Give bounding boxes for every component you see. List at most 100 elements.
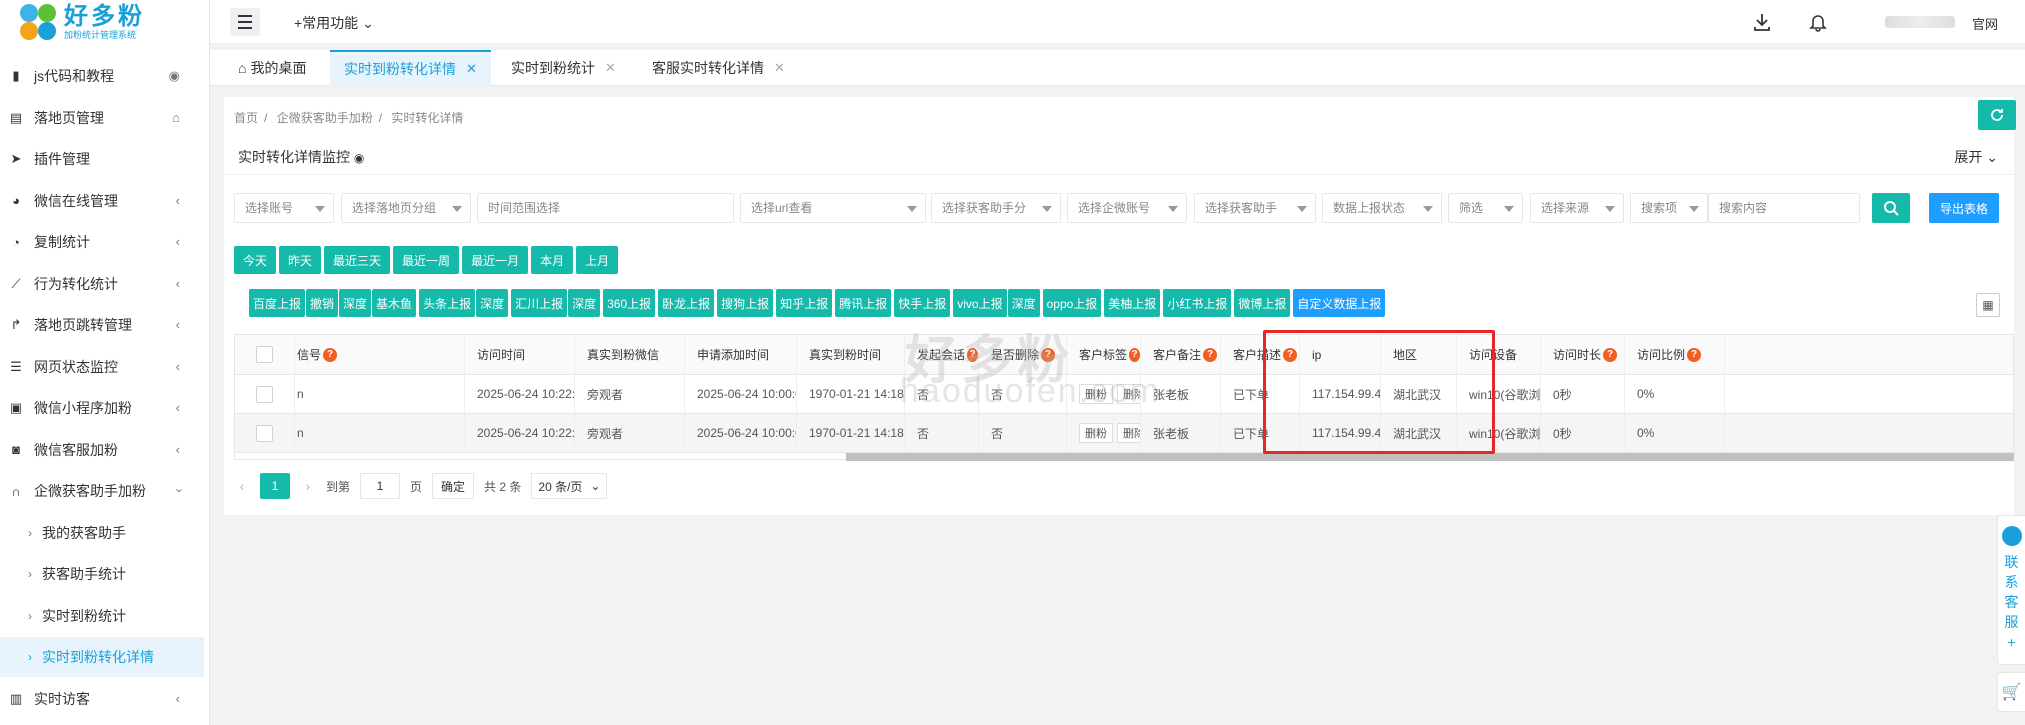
column-header[interactable]: 访问时长? [1541,335,1625,374]
sidebar-item[interactable]: › 获客助手统计 [0,554,210,594]
sidebar-item[interactable]: ◙ 微信客服加粉 ‹ [0,430,210,470]
report-button[interactable]: 卧龙上报 [658,289,715,317]
report-button[interactable]: 360上报 [603,289,656,317]
date-yesterday-button[interactable]: 昨天 [279,246,322,274]
goto-page-input[interactable]: 1 [360,473,401,499]
report-button[interactable]: 快手上报 [894,289,951,317]
prev-page-icon[interactable]: ‹ [234,478,250,494]
select-all-cell[interactable] [235,335,295,374]
report-button[interactable]: 百度上报 [249,289,306,317]
sidebar-item[interactable]: ↱ 落地页跳转管理 ‹ [0,305,210,345]
column-header[interactable]: 客户标签? [1067,335,1141,374]
scrollbar-thumb[interactable] [846,453,2014,461]
report-button[interactable]: 撤销 [306,289,339,317]
assistant-group-select[interactable]: 选择获客助手分 [931,193,1061,223]
menu-toggle-button[interactable] [230,8,260,36]
horizontal-scrollbar[interactable] [234,453,2014,461]
sidebar-item[interactable]: ▥ 实时访客 ‹ [0,679,210,719]
sidebar-item[interactable]: ☰ 网页状态监控 ‹ [0,347,210,387]
sidebar-item[interactable]: › 实时到粉统计 [0,596,210,636]
report-status-select[interactable]: 数据上报状态 [1322,193,1442,223]
tab-home[interactable]: ⌂ 我的桌面 [224,50,320,86]
close-icon[interactable]: ✕ [774,60,785,76]
select-all-checkbox[interactable] [256,346,273,363]
landing-group-select[interactable]: 选择落地页分组 [341,193,471,223]
row-checkbox[interactable] [256,385,273,403]
column-header[interactable]: 真实到粉微信 [575,335,685,374]
date-week-button[interactable]: 最近一周 [393,246,460,274]
column-header[interactable]: 客户备注? [1141,335,1221,374]
page-size-select[interactable]: 20 条/页 ⌄ [531,473,608,499]
date-last-month-button[interactable]: 上月 [576,246,619,274]
bell-icon[interactable] [1806,10,1830,34]
help-icon[interactable]: ? [1603,347,1618,362]
help-icon[interactable]: ? [1129,347,1140,362]
report-button[interactable]: 微博上报 [1234,289,1291,317]
report-button[interactable]: oppo上报 [1042,289,1102,317]
official-site-link[interactable]: 官网 [1972,14,1998,33]
export-table-button[interactable]: 导出表格 [1929,193,1999,223]
report-button[interactable]: 深度 [1007,289,1040,317]
url-select[interactable]: 选择url查看 [740,193,926,223]
report-button[interactable]: 美柚上报 [1104,289,1161,317]
column-settings-icon[interactable]: ▦ [1976,293,2000,317]
expand-toggle[interactable]: 展开 ⌄ [1954,147,1998,167]
table-row[interactable]: n 2025-06-24 10:22:35 旁观者 2025-06-24 10:00:… [235,414,2013,453]
breadcrumb-parent[interactable]: 企微获客助手加粉 [277,111,373,125]
column-header[interactable]: 申请添加时间 [685,335,797,374]
sidebar-item[interactable]: ▤ 落地页管理 ⌂ [0,98,210,138]
wecom-account-select[interactable]: 选择企微账号 [1067,193,1187,223]
report-button[interactable]: 汇川上报 [511,289,568,317]
search-input[interactable]: 搜索内容 [1708,193,1860,223]
common-functions-dropdown[interactable]: +常用功能 ⌄ [294,13,374,33]
filter-select[interactable]: 筛选 [1448,193,1523,223]
sidebar-item[interactable]: ▣ 微信小程序加粉 ‹ [0,388,210,428]
report-button[interactable]: 头条上报 [419,289,476,317]
help-icon[interactable]: ? [1203,347,1218,362]
row-checkbox[interactable] [256,424,273,442]
download-icon[interactable] [1750,10,1774,34]
report-button[interactable]: 小红书上报 [1163,289,1232,317]
sidebar-item[interactable]: ♙我的账号‹ [0,720,210,725]
sidebar-item[interactable]: ▮ js代码和教程 ◉ [0,56,210,96]
logo[interactable]: 好多粉 加粉统计管理系统 [0,0,209,44]
report-button[interactable]: 深度 [476,289,509,317]
contact-service-float[interactable]: 联 系 客 服 + [1997,515,2025,665]
sidebar-item[interactable]: › 实时到粉转化详情 [0,637,204,677]
close-icon[interactable]: ✕ [605,60,616,76]
date-this-month-button[interactable]: 本月 [531,246,574,274]
sidebar-item[interactable]: › 我的获客助手 [0,513,210,553]
assistant-select[interactable]: 选择获客助手 [1194,193,1316,223]
report-button[interactable]: 腾讯上报 [835,289,892,317]
page-number-current[interactable]: 1 [260,473,290,499]
tab-service-detail[interactable]: 客服实时转化详情 ✕ [638,50,799,86]
next-page-icon[interactable]: › [300,478,316,494]
sidebar-item[interactable]: ∩ 企微获客助手加粉 ‹ [0,471,210,511]
remove-fan-button[interactable]: 删粉 [1079,423,1113,443]
row-select-cell[interactable] [235,375,295,413]
time-range-input[interactable]: 时间范围选择 [477,193,734,223]
custom-report-button[interactable]: 自定义数据上报 [1293,289,1386,317]
column-header[interactable]: 信号? [295,335,465,374]
date-3days-button[interactable]: 最近三天 [324,246,391,274]
report-button[interactable]: 深度 [339,289,372,317]
row-select-cell[interactable] [235,414,295,452]
goto-confirm-button[interactable]: 确定 [432,473,475,499]
cart-icon[interactable]: 🛒 [1997,672,2025,712]
help-icon[interactable]: ? [1687,347,1702,362]
report-button[interactable]: vivo上报 [953,289,1007,317]
home-icon[interactable]: ⌂ [172,110,180,125]
eye-icon[interactable]: ◉ [354,151,364,165]
username-blurred[interactable] [1885,16,1955,28]
report-button[interactable]: 搜狗上报 [717,289,774,317]
sidebar-item[interactable]: ◕ 微信在线管理 ‹ [0,181,210,221]
report-button[interactable]: 知乎上报 [776,289,833,317]
column-header[interactable]: 访问比例? [1625,335,1725,374]
search-button[interactable] [1872,193,1910,223]
eye-icon[interactable]: ◉ [169,68,180,84]
source-select[interactable]: 选择来源 [1530,193,1624,223]
sidebar-item[interactable]: ◔ 复制统计 ‹ [0,222,210,262]
sidebar-item[interactable]: ⟋ 行为转化统计 ‹ [0,264,210,304]
tab-realtime-stats[interactable]: 实时到粉统计 ✕ [497,50,630,86]
report-button[interactable]: 深度 [568,289,601,317]
